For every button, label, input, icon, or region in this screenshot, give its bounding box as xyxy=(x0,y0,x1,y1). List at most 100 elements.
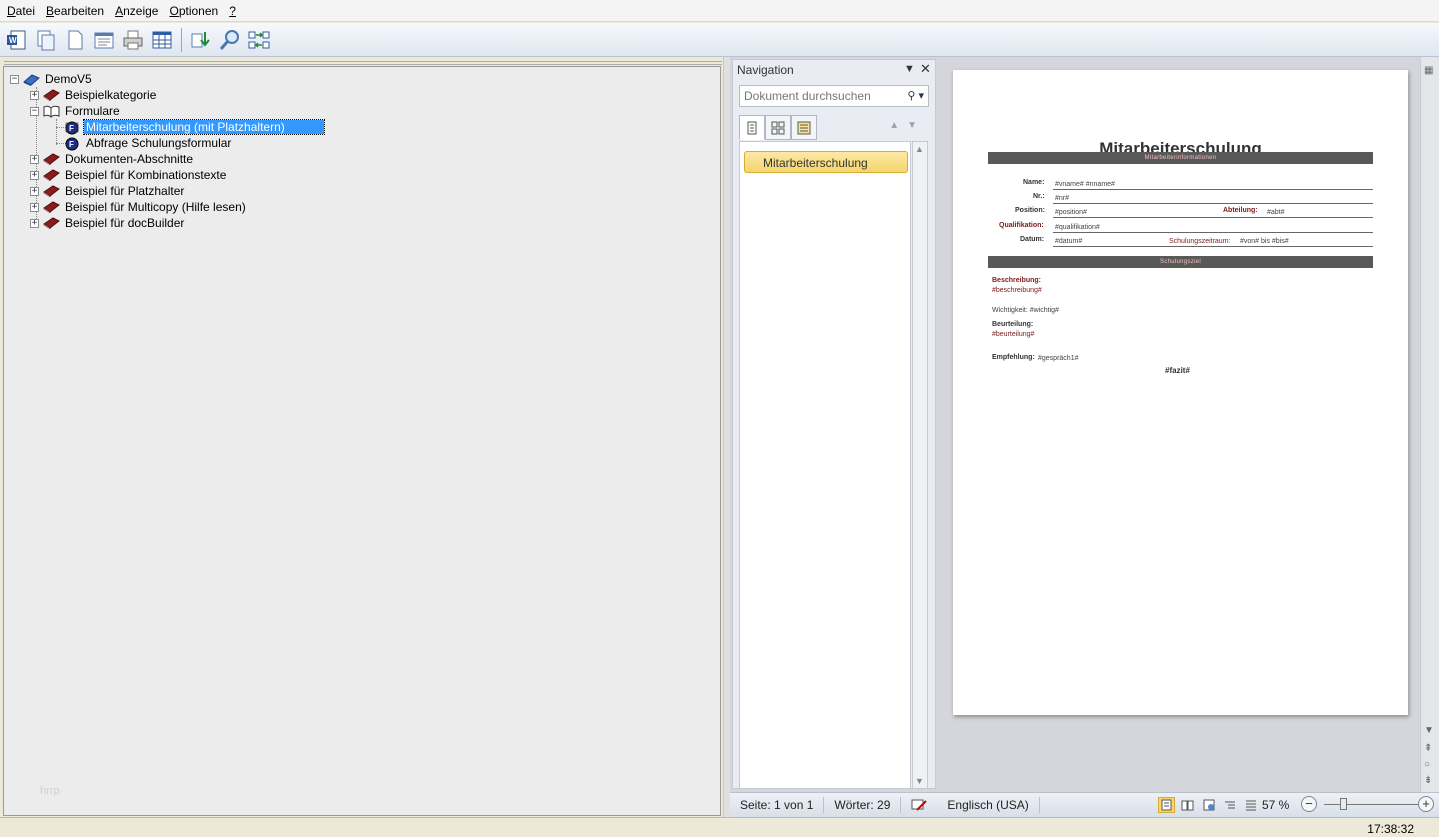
collapse-icon[interactable]: − xyxy=(10,74,19,84)
panel-divider xyxy=(4,61,722,65)
menu-help[interactable]: ? xyxy=(226,4,244,18)
status-bar: 17:38:32 xyxy=(0,817,1439,837)
tree-item-abfrage[interactable]: F Abfrage Schulungsformular xyxy=(64,135,233,151)
vertical-scrollbar[interactable]: ▦ ▼ ⇞ ○ ⇟ xyxy=(1420,57,1439,792)
document-page[interactable]: Mitarbeiterschulung Mitarbeiterinformati… xyxy=(953,70,1408,715)
tree-label: Beispiel für Multicopy (Hilfe lesen) xyxy=(65,200,246,214)
outline-view-icon[interactable] xyxy=(1221,797,1238,813)
nr-label: Nr.: xyxy=(1033,193,1045,200)
panel-splitter[interactable] xyxy=(723,57,730,817)
fazit-placeholder: #fazit# xyxy=(1165,366,1190,375)
datum-label: Datum: xyxy=(1020,236,1045,243)
tree-item-mitarbeiterschulung[interactable]: F Mitarbeiterschulung (mit Platzhaltern) xyxy=(64,119,325,135)
expand-icon[interactable]: + xyxy=(30,170,39,180)
book-icon xyxy=(43,183,60,199)
menu-optionen[interactable]: Optionen xyxy=(166,4,226,18)
compare-arrows-icon[interactable] xyxy=(246,27,272,53)
beschreibung-label: Beschreibung: xyxy=(992,277,1042,284)
svg-text:W: W xyxy=(9,36,17,45)
nav-up-down-icon[interactable]: ▲▼ xyxy=(889,120,925,131)
database-icon xyxy=(23,71,40,87)
book-icon xyxy=(43,215,60,231)
tree-label: Beispiel für Platzhalter xyxy=(65,184,185,198)
zoom-slider[interactable] xyxy=(1324,804,1420,805)
expand-icon[interactable]: + xyxy=(30,202,39,212)
page-count[interactable]: Seite: 1 von 1 xyxy=(730,797,825,813)
expand-icon[interactable]: + xyxy=(30,218,39,228)
menu-anzeige[interactable]: Anzeige xyxy=(112,4,166,18)
navigation-heading-list: Mitarbeiterschulung xyxy=(739,141,911,789)
tree-item-multicopy[interactable]: + Beispiel für Multicopy (Hilfe lesen) xyxy=(30,199,248,215)
abteilung-value: #abt# xyxy=(1267,209,1285,216)
copy-document-icon[interactable] xyxy=(33,27,59,53)
nav-scrollbar[interactable]: ▲ ▼ xyxy=(912,141,928,789)
collapse-icon[interactable]: − xyxy=(30,106,39,116)
position-label: Position: xyxy=(1015,207,1045,214)
open-book-icon xyxy=(43,103,60,119)
search-placeholder: Dokument durchsuchen xyxy=(744,89,871,103)
tab-pages-icon[interactable] xyxy=(765,115,791,140)
zoom-out-button[interactable]: − xyxy=(1301,796,1317,812)
field-line xyxy=(1053,232,1373,233)
tree-item-platzhalter[interactable]: + Beispiel für Platzhalter xyxy=(30,183,186,199)
new-document-icon[interactable] xyxy=(62,27,88,53)
print-icon[interactable] xyxy=(120,27,146,53)
search-icon[interactable]: ⚲ ▾ xyxy=(907,89,924,102)
import-down-icon[interactable] xyxy=(188,27,214,53)
expand-icon[interactable]: + xyxy=(30,186,39,196)
menu-bearbeiten[interactable]: Bearbeiten xyxy=(43,4,112,18)
next-page-icon[interactable]: ⇟ xyxy=(1424,775,1432,786)
browse-object-icon[interactable]: ○ xyxy=(1424,759,1430,770)
ruler-toggle-icon[interactable]: ▦ xyxy=(1424,65,1433,76)
tab-results-icon[interactable] xyxy=(791,115,817,140)
scroll-down-icon[interactable]: ▼ xyxy=(1424,725,1434,736)
navigation-tabs xyxy=(739,115,817,140)
form-icon[interactable] xyxy=(91,27,117,53)
scroll-down-icon[interactable]: ▼ xyxy=(915,776,924,786)
reading-view-icon[interactable] xyxy=(1179,797,1196,813)
form-icon: F xyxy=(64,135,81,151)
zoom-in-button[interactable]: + xyxy=(1418,796,1434,812)
expand-icon[interactable]: + xyxy=(30,154,39,164)
nav-heading-item[interactable]: Mitarbeiterschulung xyxy=(744,151,908,173)
close-icon[interactable]: ✕ xyxy=(920,61,931,77)
word-document-icon[interactable]: W xyxy=(4,27,30,53)
language-indicator[interactable]: Englisch (USA) xyxy=(937,797,1040,813)
expand-icon[interactable]: + xyxy=(30,90,39,100)
search-input[interactable]: Dokument durchsuchen ⚲ ▾ xyxy=(739,85,929,107)
navigation-title: Navigation xyxy=(737,63,794,77)
menu-datei[interactable]: Datei xyxy=(4,4,43,18)
tab-headings-icon[interactable] xyxy=(739,115,765,140)
wichtigkeit-text: Wichtigkeit: #wichtig# xyxy=(992,307,1059,314)
tree-item-docbuilder[interactable]: + Beispiel für docBuilder xyxy=(30,215,186,231)
form-placeholder-icon: F xyxy=(64,119,81,135)
previous-page-icon[interactable]: ⇞ xyxy=(1424,743,1432,754)
menu-bar: Datei Bearbeiten Anzeige Optionen ? xyxy=(0,0,1439,22)
tree-item-beispielkategorie[interactable]: + Beispielkategorie xyxy=(30,87,158,103)
magnifier-icon[interactable] xyxy=(217,27,243,53)
zeitraum-value: #von# bis #bis# xyxy=(1240,238,1289,245)
field-line xyxy=(1053,203,1373,204)
name-label: Name: xyxy=(1023,179,1045,186)
proofing-icon[interactable] xyxy=(901,797,937,813)
book-icon xyxy=(43,87,60,103)
draft-view-icon[interactable] xyxy=(1242,797,1259,813)
svg-text:F: F xyxy=(69,124,74,133)
table-icon[interactable] xyxy=(149,27,175,53)
zoom-slider-thumb[interactable] xyxy=(1340,798,1347,810)
tree-label: Beispielkategorie xyxy=(65,88,157,102)
watermark-text: hrrp xyxy=(40,785,60,797)
qualifikation-label: Qualifikation: xyxy=(999,222,1044,229)
dropdown-icon[interactable]: ▼ xyxy=(904,63,915,75)
beurteilung-value: #beurteilung# xyxy=(992,331,1035,338)
web-layout-icon[interactable] xyxy=(1200,797,1217,813)
print-layout-icon[interactable] xyxy=(1158,797,1175,813)
tree-item-formulare[interactable]: − Formulare xyxy=(30,103,122,119)
word-count[interactable]: Wörter: 29 xyxy=(824,797,902,813)
tree-item-dokumenten-abschnitte[interactable]: + Dokumenten-Abschnitte xyxy=(30,151,195,167)
tree-root[interactable]: − DemoV5 xyxy=(10,71,94,87)
tree-item-kombinationstexte[interactable]: + Beispiel für Kombinationstexte xyxy=(30,167,228,183)
scroll-up-icon[interactable]: ▲ xyxy=(915,144,924,154)
zoom-level[interactable]: 57 % xyxy=(1262,798,1289,812)
tree-panel[interactable]: − DemoV5 + Beispielkategorie − Formulare… xyxy=(3,61,722,816)
